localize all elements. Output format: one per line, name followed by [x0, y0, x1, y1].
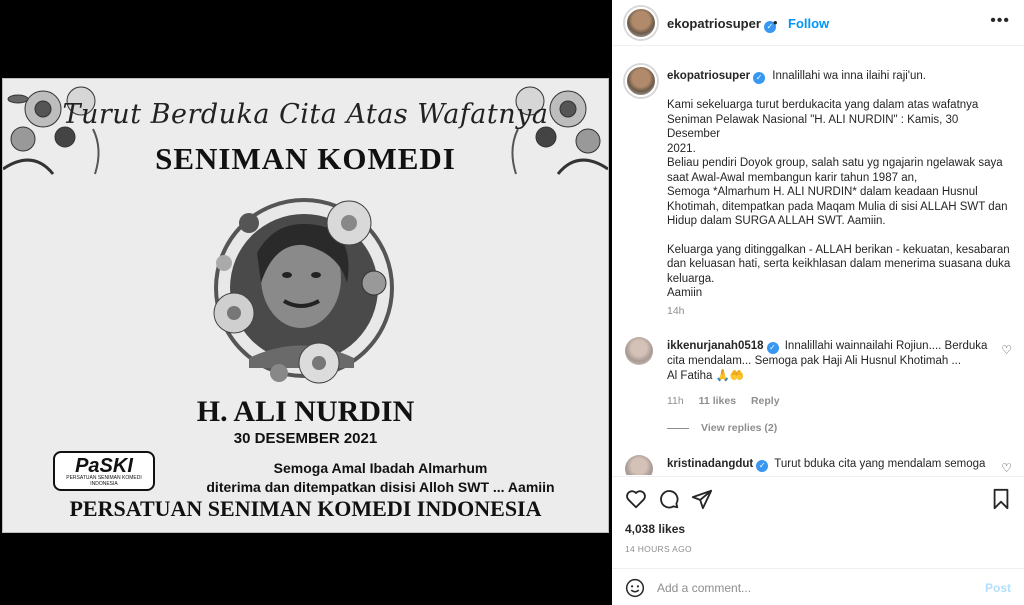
caption-line: Aamiin — [667, 287, 703, 299]
memorial-name: H. ALI NURDIN — [196, 395, 415, 428]
caption-line: Seniman Pelawak Nasional "H. ALI NURDIN"… — [667, 113, 959, 141]
caption-line: Keluarga yang ditinggalkan - ALLAH berik… — [667, 243, 1010, 256]
caption-line: Khotimah, ditempatkan pada Maqam Mulia d… — [667, 200, 1008, 213]
reply-button[interactable]: Reply — [751, 395, 780, 407]
verified-icon: ✓ — [753, 72, 766, 84]
caption-line: Semoga *Almarhum H. ALI NURDIN* dalam ke… — [667, 186, 978, 198]
caption-username[interactable]: ekopatriosuper ✓ — [667, 70, 766, 84]
memorial-image: Turut Berduka Cita Atas Wafatnya SENIMAN… — [2, 78, 609, 533]
memorial-script-line: Turut Berduka Cita Atas Wafatnya — [62, 99, 549, 130]
memorial-date: 30 DESEMBER 2021 — [233, 430, 378, 447]
prayer-line-2: diterima dan ditempatkan disisi Alloh SW… — [206, 479, 555, 495]
caption-line: Beliau pendiri Doyok group, salah satu y… — [667, 157, 1003, 169]
caption-line: Kami sekeluarga turut berdukacita yang d… — [667, 99, 979, 111]
caption-timestamp[interactable]: 14h — [667, 305, 685, 317]
comment-text: kristinadangdut ✓ Turut bduka cita yang m… — [667, 457, 992, 472]
memorial-prayer: Semoga Amal Ibadah Almarhum diterima dan… — [153, 459, 608, 497]
comment-input[interactable] — [657, 578, 957, 598]
view-replies-button[interactable]: View replies (2) — [667, 422, 777, 434]
portrait-wreath — [213, 198, 394, 384]
comment-like-heart-icon[interactable]: ♡ — [1001, 461, 1012, 475]
commenter-avatar[interactable] — [625, 455, 653, 475]
comment-like-heart-icon[interactable]: ♡ — [1001, 343, 1012, 357]
paski-logo: PaSKI PERSATUAN SENIMAN KOMEDI INDONESIA — [53, 451, 155, 491]
avatar[interactable] — [625, 7, 657, 39]
comment-username[interactable]: ikkenurjanah0518 ✓ — [667, 340, 779, 354]
caption-first-line: Innalillahi wa inna ilaihi raji'un. — [772, 70, 926, 82]
prayer-line-1: Semoga Amal Ibadah Almarhum — [273, 460, 488, 476]
comment-meta: 11h 11 likes Reply — [667, 395, 792, 407]
avatar[interactable] — [625, 65, 657, 97]
caption-line: keluarga. — [667, 272, 715, 285]
likes-count[interactable]: 4,038 likes — [625, 522, 685, 536]
caption-line: dan keluasan hati, serta keikhlasan dala… — [667, 258, 1011, 270]
comment-username[interactable]: kristinadangdut ✓ — [667, 458, 769, 472]
header-username[interactable]: ekopatriosuper ✓ — [667, 16, 776, 33]
replies-divider — [667, 427, 689, 429]
more-icon[interactable]: ••• — [990, 12, 1010, 30]
caption-paragraph-2: Kami sekeluarga turut berdukacita yang d… — [667, 98, 1012, 229]
bookmark-icon[interactable] — [990, 488, 1012, 510]
caption-paragraph-3: Keluarga yang ditinggalkan - ALLAH berik… — [667, 243, 1012, 301]
comment-line: Turut bduka cita yang mendalam semoga — [774, 458, 986, 470]
memorial-organization: PERSATUAN SENIMAN KOMEDI INDONESIA — [69, 496, 542, 521]
heart-icon[interactable] — [625, 488, 647, 510]
post-comment-button[interactable]: Post — [985, 581, 1011, 595]
comment-line: Innalillahi wainnailahi Rojiun.... Berdu… — [784, 340, 988, 352]
comment-text: ikkenurjanah0518 ✓ Innalillahi wainnailah… — [667, 339, 992, 384]
caption-text: ekopatriosuper ✓ Innalillahi wa inna ilai… — [667, 69, 1012, 301]
comment-likes[interactable]: 11 likes — [699, 395, 736, 407]
verified-icon: ✓ — [756, 460, 769, 472]
commenter-avatar[interactable] — [625, 337, 653, 365]
comment-time[interactable]: 11h — [667, 395, 684, 407]
memorial-heading: SENIMAN KOMEDI — [155, 141, 456, 176]
add-comment-bar: Post — [612, 568, 1024, 605]
follow-button[interactable]: Follow — [788, 16, 829, 31]
separator-dot: • — [773, 15, 778, 30]
post-time-ago[interactable]: 14 HOURS AGO — [625, 544, 692, 554]
post-side-panel: ekopatriosuper ✓ • Follow ••• ekopatriosu… — [612, 0, 1024, 605]
caption-line: Hidup dalam SURGA ALLAH SWT. Aamiin. — [667, 215, 886, 227]
logo-subtext: PERSATUAN SENIMAN KOMEDI INDONESIA — [66, 475, 142, 487]
caption-line: saat Awal-Awal membangun karir tahun 198… — [667, 171, 918, 184]
comment-line: cita mendalam... Semoga pak Haji Ali Hus… — [667, 355, 962, 367]
comments-section[interactable]: ekopatriosuper ✓ Innalillahi wa inna ilai… — [612, 47, 1024, 475]
post-actions: 4,038 likes 14 HOURS AGO — [612, 476, 1024, 566]
caption-line: 2021. — [667, 142, 696, 155]
share-icon[interactable] — [691, 488, 713, 510]
emoji-icon[interactable] — [625, 578, 645, 598]
post-media[interactable]: Turut Berduka Cita Atas Wafatnya SENIMAN… — [0, 0, 612, 605]
comment-line: Al Fatiha 🙏🤲 — [667, 370, 745, 382]
verified-icon: ✓ — [766, 342, 779, 354]
post-header: ekopatriosuper ✓ • Follow ••• — [612, 0, 1024, 46]
comment-icon[interactable] — [658, 488, 680, 510]
